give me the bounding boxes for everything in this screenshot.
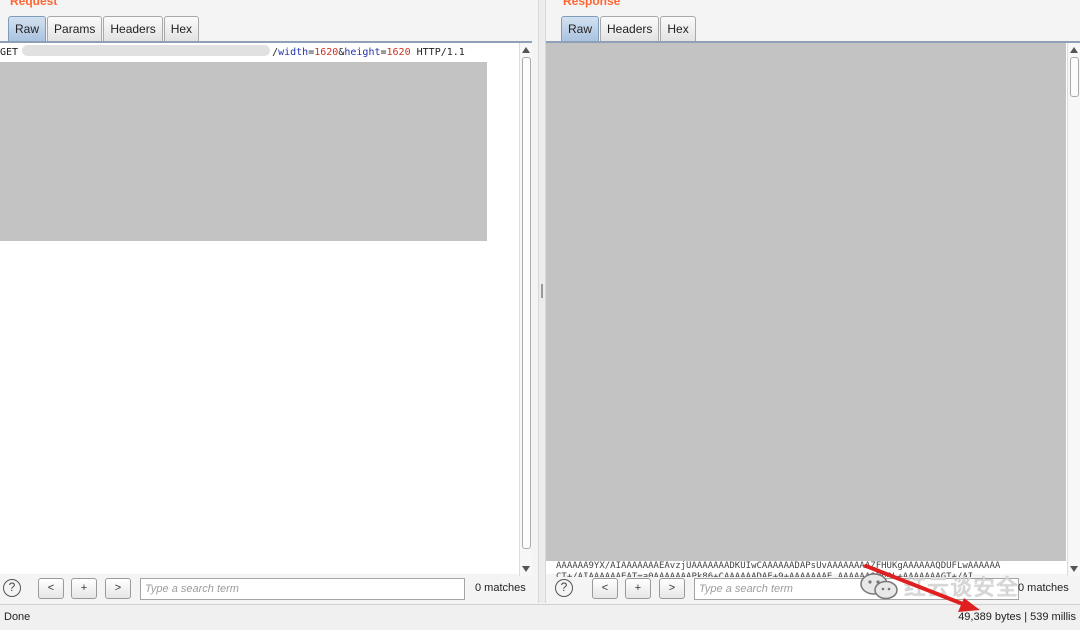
search-prev-button[interactable]: <: [38, 578, 64, 599]
response-scrollbar[interactable]: [1067, 43, 1080, 576]
param-height-value: 1620: [386, 47, 411, 58]
scroll-down-icon[interactable]: [522, 566, 530, 572]
search-add-button[interactable]: +: [625, 578, 651, 599]
request-search-input[interactable]: [140, 578, 465, 600]
bottom-strip: [0, 630, 1080, 636]
request-match-count: 0 matches: [475, 582, 526, 594]
response-tab-raw[interactable]: Raw: [561, 16, 600, 41]
burp-repeater-window: Request Raw Params Headers Hex GET/width…: [0, 0, 1080, 636]
redacted-url: [22, 45, 271, 56]
request-title: Request: [10, 0, 58, 8]
wechat-logo-icon: [860, 573, 898, 600]
response-tabs: Raw Headers Hex: [561, 16, 697, 41]
request-editor[interactable]: GET/width=1620&height=1620 HTTP/1.1: [0, 41, 532, 576]
response-body-redaction: [546, 43, 1066, 561]
scroll-up-icon[interactable]: [522, 47, 530, 53]
watermark-text: 红云谈安全: [904, 576, 1020, 601]
response-editor[interactable]: AAAAAA9YX/AIAAAAAAAEAvzjUAAAAAAADKUIwCAA…: [546, 41, 1080, 577]
request-tab-raw[interactable]: Raw: [8, 16, 47, 41]
response-match-count: 0 matches: [1018, 582, 1069, 594]
request-search-bar: ? < + > 0 matches: [0, 577, 538, 601]
response-tab-headers[interactable]: Headers: [600, 16, 660, 41]
scroll-up-icon[interactable]: [1070, 47, 1078, 53]
response-pane: Response Raw Headers Hex AAAAAA9YX/AIAAA…: [546, 0, 1080, 603]
request-tab-hex[interactable]: Hex: [163, 16, 200, 41]
split-pane-divider[interactable]: [538, 0, 546, 603]
search-next-button[interactable]: >: [659, 578, 685, 599]
response-title: Response: [563, 0, 621, 8]
status-text: Done: [4, 611, 31, 623]
response-scroll-thumb[interactable]: [1070, 57, 1079, 97]
scroll-down-icon[interactable]: [1070, 566, 1078, 572]
help-icon[interactable]: ?: [3, 579, 21, 597]
response-tab-hex[interactable]: Hex: [660, 16, 696, 41]
help-icon[interactable]: ?: [555, 579, 573, 597]
param-width-name: width: [278, 47, 309, 58]
divider-grip-icon[interactable]: [541, 284, 543, 298]
search-prev-button[interactable]: <: [592, 578, 618, 599]
response-size-timing: 49,389 bytes | 539 millis: [958, 611, 1076, 623]
request-tabs: Raw Params Headers Hex: [8, 16, 200, 41]
search-next-button[interactable]: >: [105, 578, 131, 599]
request-method: GET: [0, 47, 19, 58]
watermark: 红云谈安全: [858, 570, 1019, 602]
request-line: GET/width=1620&height=1620 HTTP/1.1: [0, 45, 465, 58]
request-protocol: HTTP/1.1: [410, 47, 465, 58]
request-headers-redaction: [0, 62, 487, 241]
request-pane: Request Raw Params Headers Hex GET/width…: [0, 0, 538, 603]
search-add-button[interactable]: +: [71, 578, 97, 599]
request-scrollbar[interactable]: [519, 43, 532, 576]
request-scroll-thumb[interactable]: [522, 57, 531, 549]
param-width-value: 1620: [314, 47, 339, 58]
request-tab-headers[interactable]: Headers: [103, 16, 163, 41]
param-height-name: height: [344, 47, 381, 58]
status-bar: Done 49,389 bytes | 539 millis: [0, 604, 1080, 630]
request-tab-params[interactable]: Params: [47, 16, 103, 41]
